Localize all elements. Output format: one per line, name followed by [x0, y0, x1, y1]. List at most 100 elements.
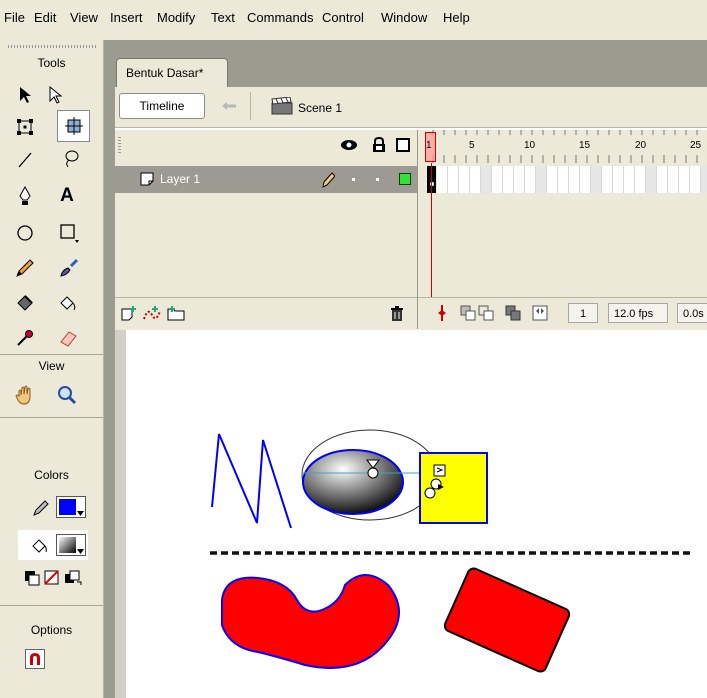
frame-cell[interactable]	[514, 166, 525, 193]
frame-cell[interactable]	[668, 166, 679, 193]
menu-view[interactable]: View	[70, 10, 98, 25]
menu-control[interactable]: Control	[322, 10, 364, 25]
menu-modify[interactable]: Modify	[157, 10, 195, 25]
ruler-label: 20	[635, 140, 647, 151]
frame-cell[interactable]	[591, 166, 602, 193]
snap-magnet-icon[interactable]	[25, 649, 45, 669]
swap-colors-icon[interactable]	[64, 570, 82, 589]
brush-tool-icon[interactable]	[54, 253, 84, 283]
frame-cell[interactable]	[569, 166, 580, 193]
scene-icon	[271, 96, 293, 118]
frame-cell[interactable]	[470, 166, 481, 193]
paint-bucket-tool-icon[interactable]	[52, 288, 82, 318]
fill-color-swatch[interactable]	[56, 534, 86, 556]
pen-tool-icon[interactable]	[10, 181, 40, 211]
subselect-tool-icon[interactable]	[40, 80, 70, 110]
add-motion-guide-icon[interactable]	[142, 305, 162, 324]
lock-dot[interactable]	[376, 178, 379, 181]
eye-icon[interactable]	[340, 138, 358, 155]
stage-scroll-edge	[115, 330, 126, 698]
insert-layer-icon[interactable]	[120, 305, 138, 324]
visibility-dot[interactable]	[352, 178, 355, 181]
ink-bottle-tool-icon[interactable]	[10, 288, 40, 318]
frame-cell[interactable]	[437, 166, 448, 193]
frame-cell[interactable]	[448, 166, 459, 193]
trash-icon[interactable]	[390, 306, 404, 325]
stage[interactable]	[115, 330, 707, 698]
scene-label: Scene 1	[298, 101, 343, 115]
current-frame-field: 1	[568, 303, 598, 323]
eraser-tool-icon[interactable]	[54, 323, 84, 353]
menu-help[interactable]: Help	[443, 10, 470, 25]
frame-cell[interactable]	[602, 166, 613, 193]
options-title: Options	[30, 623, 73, 637]
stroke-color-pencil-icon	[32, 499, 50, 520]
lock-icon[interactable]	[372, 136, 386, 156]
layer-name: Layer 1	[160, 172, 201, 186]
zoom-tool-icon[interactable]	[52, 380, 82, 410]
frame-cell[interactable]	[525, 166, 536, 193]
frame-cell[interactable]	[657, 166, 668, 193]
playhead-line	[431, 163, 432, 303]
frame-cell[interactable]	[459, 166, 470, 193]
arrow-tool-icon[interactable]	[10, 80, 40, 110]
outline-icon[interactable]	[396, 138, 410, 152]
menu-commands[interactable]: Commands	[247, 10, 313, 25]
stroke-color-swatch[interactable]	[56, 496, 86, 518]
view-title: View	[38, 359, 65, 373]
menu-bar: File Edit View Insert Modify Text Comman…	[0, 0, 707, 41]
menu-edit[interactable]: Edit	[34, 10, 56, 25]
center-frame-icon[interactable]	[436, 305, 448, 324]
layer-outline-color[interactable]	[399, 173, 411, 185]
divider	[0, 354, 103, 355]
timeline-grip[interactable]	[118, 137, 121, 155]
frame-cell[interactable]	[580, 166, 591, 193]
frame-cell[interactable]	[701, 166, 707, 193]
frame-rate-field[interactable]: 12.0 fps	[608, 303, 668, 323]
black-white-icon[interactable]	[24, 570, 40, 589]
frame-cell[interactable]	[646, 166, 657, 193]
onion-outlines-icon[interactable]	[478, 305, 494, 324]
hand-tool-icon[interactable]	[10, 380, 40, 410]
no-color-icon[interactable]	[44, 570, 60, 589]
menu-insert[interactable]: Insert	[110, 10, 143, 25]
frame-cell[interactable]	[558, 166, 569, 193]
ruler-label: 25	[690, 140, 702, 151]
divider	[0, 417, 103, 418]
pencil-edit-icon	[321, 172, 336, 191]
text-tool-icon[interactable]: A	[52, 181, 82, 211]
panel-grip[interactable]	[8, 45, 96, 48]
frame-cell[interactable]	[536, 166, 547, 193]
layer-row[interactable]: Layer 1	[115, 166, 417, 193]
frame-cell[interactable]	[481, 166, 492, 193]
frame-cell[interactable]	[503, 166, 514, 193]
timeline-toggle-button[interactable]: Timeline	[119, 93, 205, 119]
rectangle-tool-icon[interactable]	[54, 218, 84, 248]
frame-cell[interactable]	[635, 166, 646, 193]
ruler-label: 15	[579, 140, 591, 151]
frame-cell[interactable]	[492, 166, 503, 193]
layer-icon	[139, 171, 155, 190]
back-arrow-icon[interactable]	[214, 93, 244, 119]
free-transform-tool-icon[interactable]	[10, 112, 40, 142]
document-tab[interactable]: Bentuk Dasar*	[116, 58, 228, 87]
modify-onion-markers-icon[interactable]	[532, 305, 548, 324]
onion-skin-icon[interactable]	[460, 305, 476, 324]
insert-layer-folder-icon[interactable]	[166, 305, 186, 324]
frame-cell[interactable]	[624, 166, 635, 193]
gradient-transform-tool-icon[interactable]	[57, 110, 90, 142]
frame-cell[interactable]	[613, 166, 624, 193]
frame-cell[interactable]	[547, 166, 558, 193]
menu-text[interactable]: Text	[211, 10, 235, 25]
frame-cell[interactable]	[679, 166, 690, 193]
frame-cell[interactable]	[690, 166, 701, 193]
line-tool-icon[interactable]	[10, 145, 40, 175]
edit-multiple-frames-icon[interactable]	[505, 305, 521, 324]
menu-window[interactable]: Window	[381, 10, 427, 25]
ruler-label: 10	[524, 140, 536, 151]
pencil-tool-icon[interactable]	[10, 253, 40, 283]
oval-tool-icon[interactable]	[10, 218, 40, 248]
menu-file[interactable]: File	[4, 10, 25, 25]
eyedropper-tool-icon[interactable]	[10, 323, 40, 353]
lasso-tool-icon[interactable]	[56, 144, 86, 174]
